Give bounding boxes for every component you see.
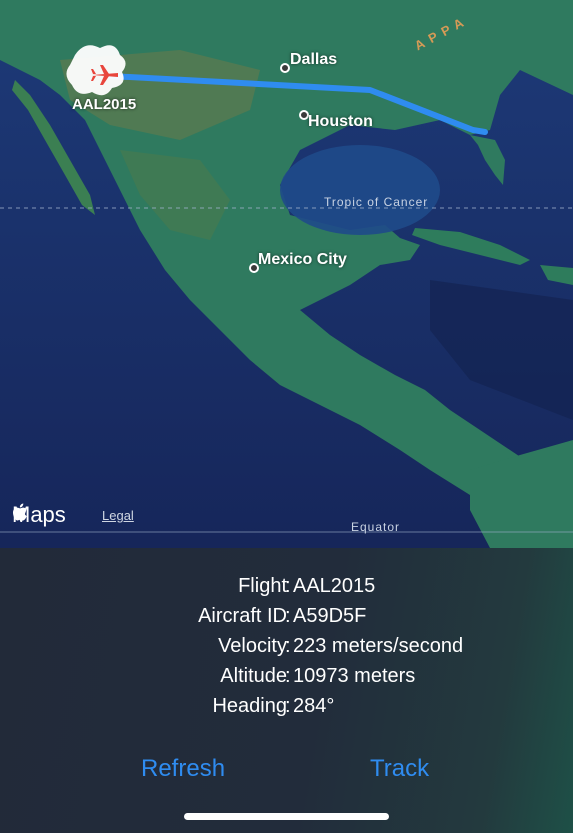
info-key-heading: Heading xyxy=(212,695,287,717)
equator-label: Equator xyxy=(351,520,401,534)
info-value-heading: 284° xyxy=(293,695,335,717)
refresh-button[interactable]: Refresh xyxy=(141,755,225,783)
tropic-of-cancer-label: Tropic of Cancer xyxy=(324,195,429,209)
info-separator: : xyxy=(285,605,291,627)
info-value-altitude: 10973 meters xyxy=(293,665,416,687)
map-terrain xyxy=(0,0,573,548)
flight-info-panel: Flight : AAL2015 Aircraft ID : A59D5F Ve… xyxy=(0,548,573,833)
info-key-velocity: Velocity xyxy=(218,635,287,657)
city-label-dallas[interactable]: Dallas xyxy=(290,51,337,69)
info-row-heading: Heading : 284° xyxy=(0,695,573,725)
info-key-aircraft-id: Aircraft ID xyxy=(198,605,287,627)
info-row-altitude: Altitude : 10973 meters xyxy=(0,665,573,695)
info-separator: : xyxy=(285,695,291,717)
legal-link[interactable]: Legal xyxy=(102,508,134,523)
info-value-aircraft-id: A59D5F xyxy=(293,605,367,627)
info-row-flight: Flight : AAL2015 xyxy=(0,575,573,605)
maps-attribution: Maps xyxy=(12,502,66,528)
map-view[interactable]: APPA Dallas Houston Mexico City Tropic o… xyxy=(0,0,573,548)
info-value-velocity: 223 meters/second xyxy=(293,635,464,657)
info-key-flight: Flight xyxy=(238,575,287,597)
info-separator: : xyxy=(285,665,291,687)
apple-logo-icon xyxy=(12,503,27,521)
info-row-velocity: Velocity : 223 meters/second xyxy=(0,635,573,665)
city-dot-dallas xyxy=(280,63,290,73)
info-value-flight: AAL2015 xyxy=(293,575,376,597)
info-row-aircraft-id: Aircraft ID : A59D5F xyxy=(0,605,573,635)
home-indicator[interactable] xyxy=(184,813,389,820)
info-key-altitude: Altitude xyxy=(220,665,287,687)
city-label-mexico-city[interactable]: Mexico City xyxy=(258,251,347,269)
city-label-houston[interactable]: Houston xyxy=(308,113,373,131)
info-separator: : xyxy=(285,575,291,597)
flight-marker-label: AAL2015 xyxy=(72,96,137,113)
info-separator: : xyxy=(285,635,291,657)
track-button[interactable]: Track xyxy=(370,755,429,783)
